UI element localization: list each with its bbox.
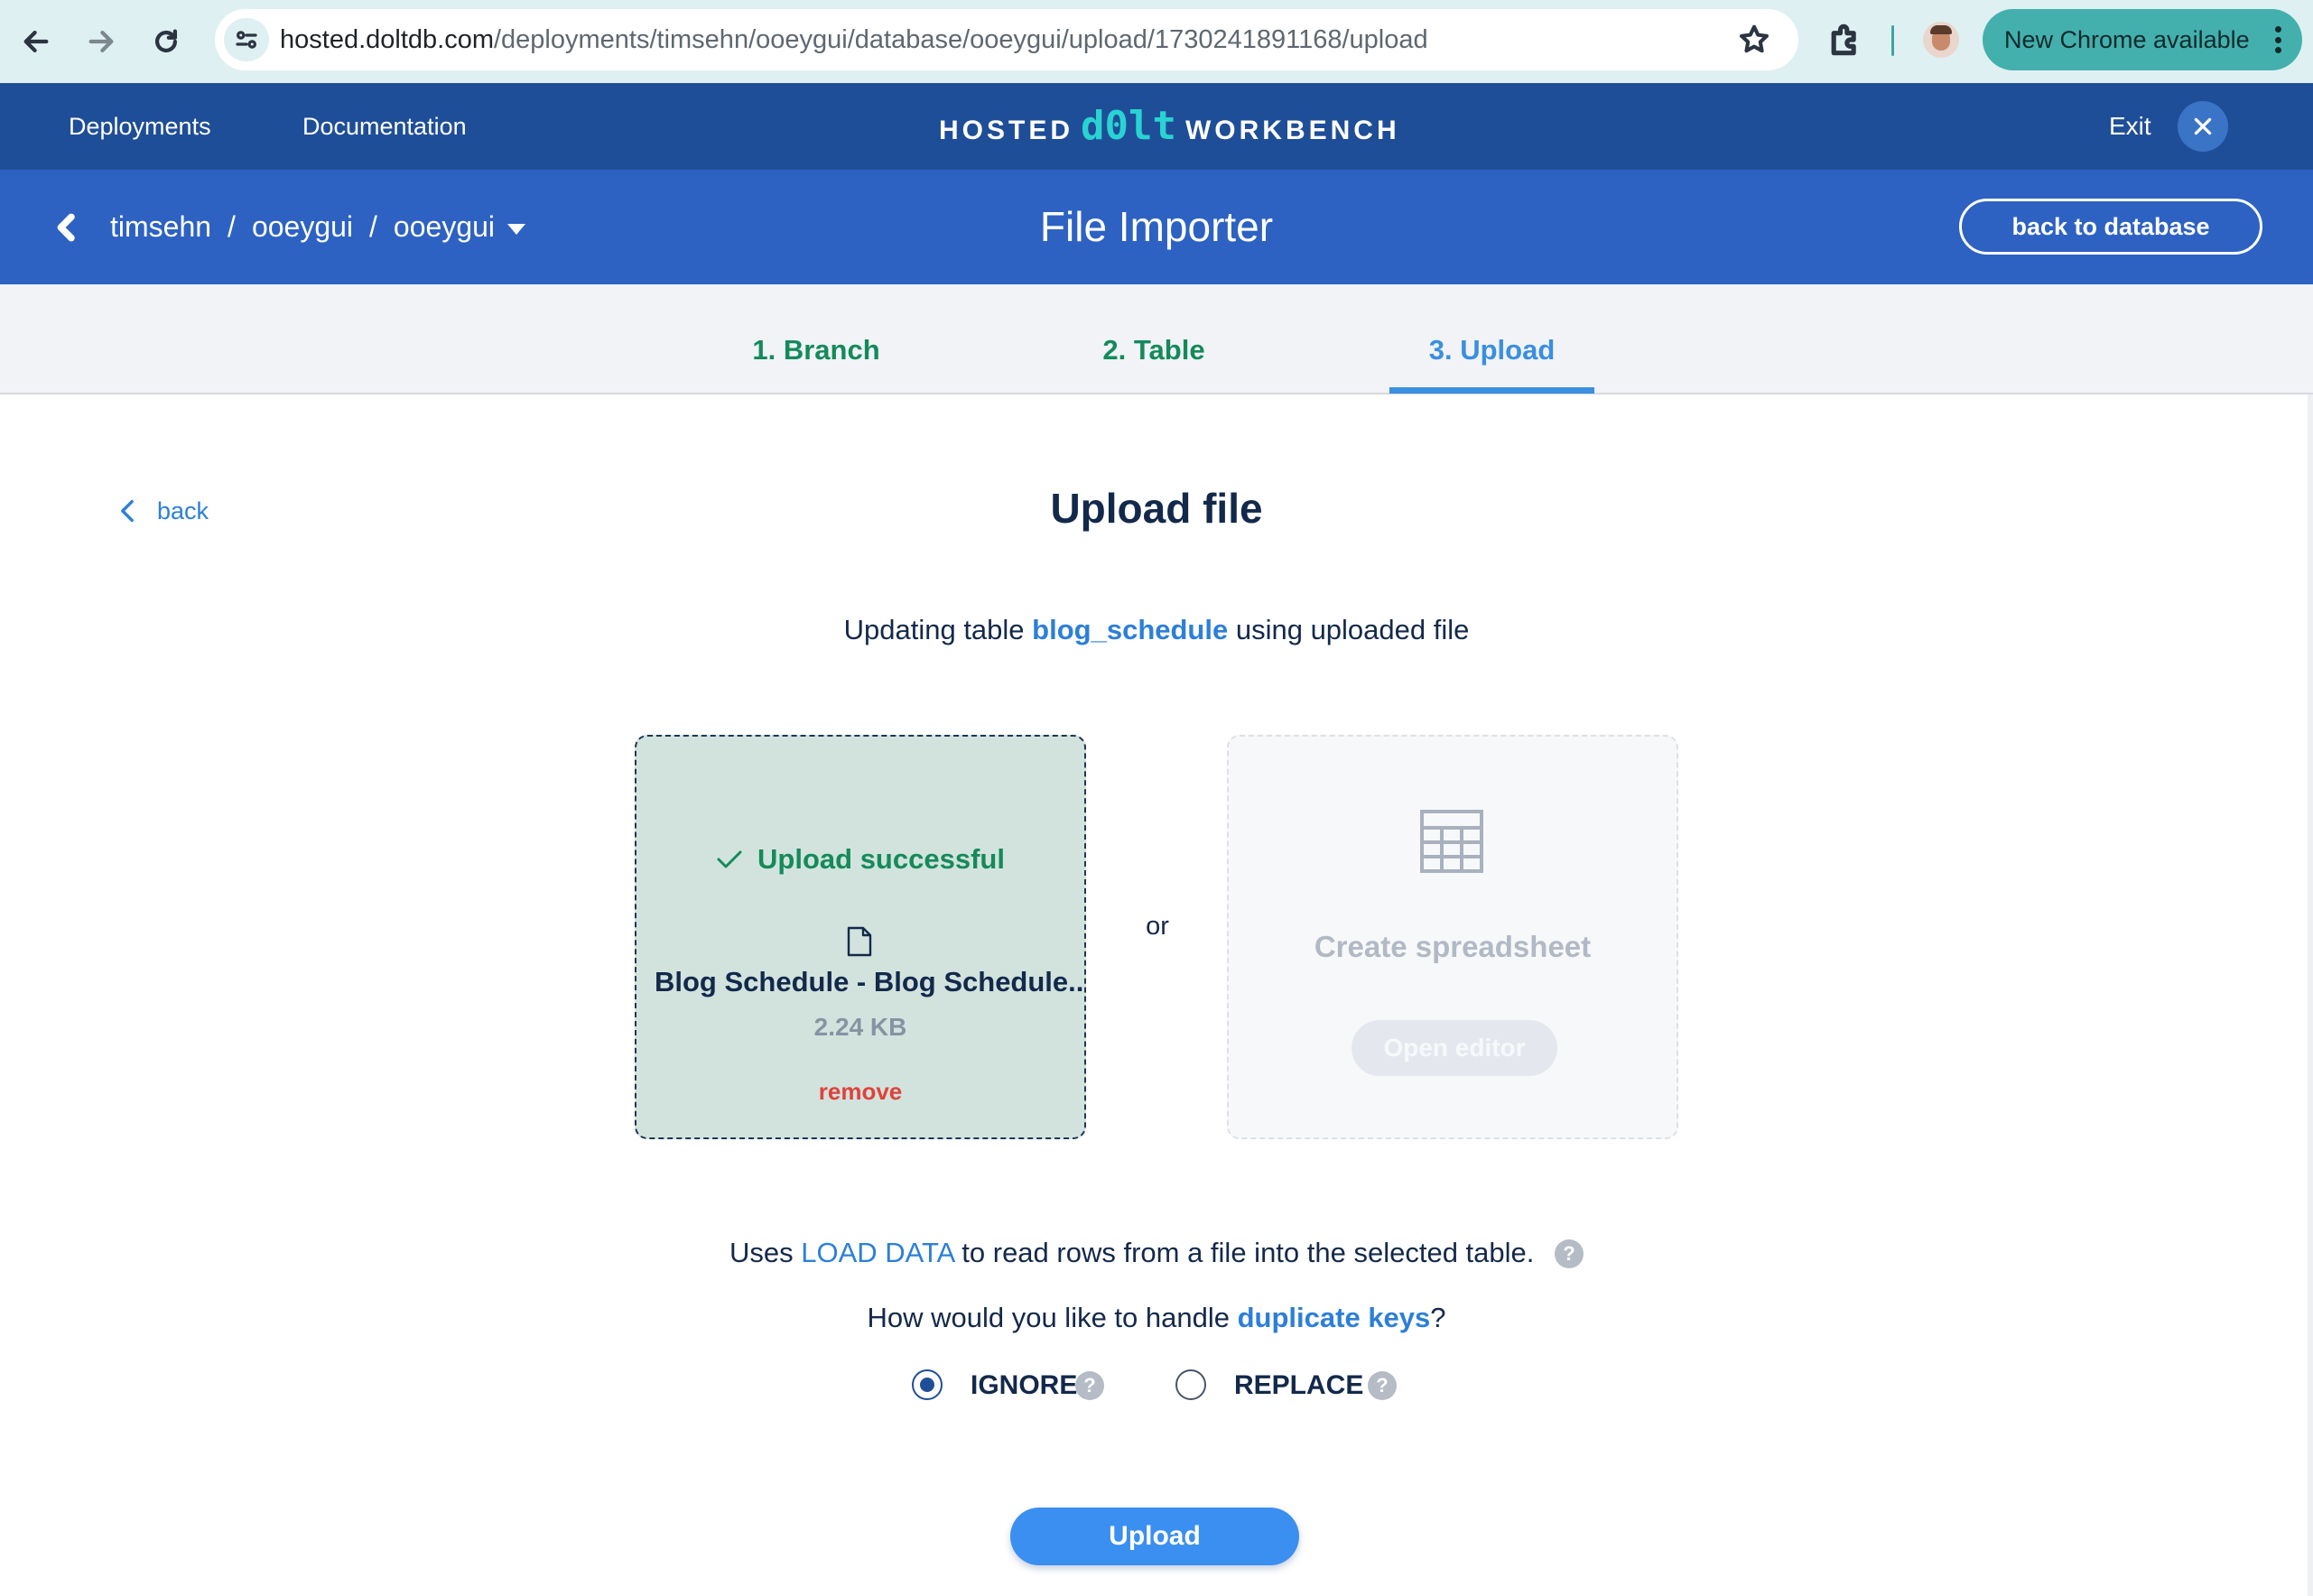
nav-deployments[interactable]: Deployments: [69, 83, 211, 170]
load-data-info: Uses LOAD DATA to read rows from a file …: [0, 1237, 2313, 1269]
upload-status-label: Upload successful: [757, 843, 1005, 875]
remove-file-link[interactable]: remove: [636, 1078, 1084, 1106]
url-host: hosted.doltdb.com: [280, 25, 494, 54]
ignore-label[interactable]: IGNORE: [971, 1366, 1077, 1406]
duplicate-keys-link[interactable]: duplicate keys: [1238, 1302, 1431, 1333]
dolt-workbench-logo[interactable]: HOSTED d0lt WORKBENCH: [939, 103, 1400, 150]
load-data-link[interactable]: LOAD DATA: [801, 1237, 953, 1268]
open-editor-button[interactable]: Open editor: [1352, 1020, 1557, 1076]
browser-toolbar: hosted.doltdb.com/deployments/timsehn/oo…: [0, 0, 2313, 83]
updating-table-text: Updating table blog_schedule using uploa…: [0, 614, 2313, 646]
forward-arrow-icon[interactable]: [76, 16, 126, 67]
or-divider-text: or: [1146, 912, 1169, 941]
back-arrow-icon[interactable]: [11, 16, 61, 67]
address-bar[interactable]: hosted.doltdb.com/deployments/timsehn/oo…: [215, 9, 1798, 70]
table-name-link[interactable]: blog_schedule: [1032, 614, 1228, 645]
replace-help-icon[interactable]: ?: [1368, 1371, 1397, 1400]
file-dropzone[interactable]: Upload successful Blog Schedule - Blog S…: [635, 735, 1086, 1139]
app-header: Deployments Documentation HOSTED d0lt WO…: [0, 83, 2313, 170]
nav-documentation[interactable]: Documentation: [302, 83, 467, 170]
ignore-help-icon[interactable]: ?: [1075, 1371, 1104, 1400]
upload-status: Upload successful: [636, 843, 1084, 876]
upload-button[interactable]: Upload: [1010, 1508, 1299, 1565]
logo-hosted: HOSTED: [939, 116, 1074, 145]
create-spreadsheet-card: Create spreadsheet Open editor: [1227, 735, 1678, 1139]
logo-dolt: d0lt: [1081, 103, 1176, 149]
import-stepper: 1. Branch 2. Table 3. Upload: [0, 284, 2313, 394]
uploaded-file-name: Blog Schedule - Blog Schedule...: [655, 966, 1084, 998]
uses-prefix: Uses: [729, 1237, 794, 1268]
help-icon[interactable]: ?: [1555, 1239, 1584, 1268]
ignore-radio[interactable]: [912, 1369, 943, 1400]
profile-avatar[interactable]: [1923, 22, 1959, 58]
file-icon: [846, 926, 873, 957]
replace-radio[interactable]: [1175, 1369, 1206, 1400]
close-icon[interactable]: [2178, 101, 2228, 152]
kebab-menu-icon[interactable]: [2275, 26, 2282, 53]
step-branch[interactable]: 1. Branch: [728, 284, 905, 393]
back-to-database-button[interactable]: back to database: [1959, 199, 2262, 255]
duplicate-keys-question: How would you like to handle duplicate k…: [0, 1302, 2313, 1334]
updating-prefix: Updating table: [843, 614, 1025, 645]
url-text[interactable]: hosted.doltdb.com/deployments/timsehn/oo…: [280, 9, 1428, 70]
updating-suffix: using uploaded file: [1235, 614, 1470, 645]
step-table[interactable]: 2. Table: [1065, 284, 1242, 393]
exit-label[interactable]: Exit: [2109, 83, 2151, 170]
chrome-update-button[interactable]: New Chrome available: [1983, 9, 2302, 70]
chrome-update-label: New Chrome available: [2004, 25, 2250, 53]
replace-label[interactable]: REPLACE: [1234, 1366, 1363, 1406]
star-icon[interactable]: [1737, 23, 1771, 57]
dup-prefix: How would you like to handle: [867, 1302, 1230, 1333]
extensions-icon[interactable]: [1825, 20, 1865, 60]
reload-icon[interactable]: [141, 16, 191, 67]
page-title: Upload file: [1050, 485, 1263, 532]
database-header: timsehn / ooeygui / ooeygui File Importer ba…: [0, 170, 2313, 284]
step-upload[interactable]: 3. Upload: [1389, 284, 1594, 393]
duplicate-handling-options: IGNORE ? REPLACE ?: [0, 1366, 2313, 1406]
active-step-indicator: [1389, 387, 1594, 394]
uses-suffix: to read rows from a file into the select…: [961, 1237, 1535, 1268]
create-spreadsheet-label: Create spreadsheet: [1314, 930, 1592, 963]
uploaded-file-size: 2.24 KB: [813, 1013, 907, 1041]
site-info-icon[interactable]: [224, 18, 269, 61]
checkmark-icon: [717, 850, 742, 868]
dup-suffix: ?: [1430, 1302, 1446, 1333]
url-path: /deployments/timsehn/ooeygui/database/oo…: [493, 25, 1428, 54]
toolbar-divider: [1891, 25, 1894, 56]
logo-workbench: WORKBENCH: [1184, 116, 1400, 145]
scrollbar-track[interactable]: [2308, 394, 2313, 1596]
table-grid-icon: [1419, 809, 1484, 874]
